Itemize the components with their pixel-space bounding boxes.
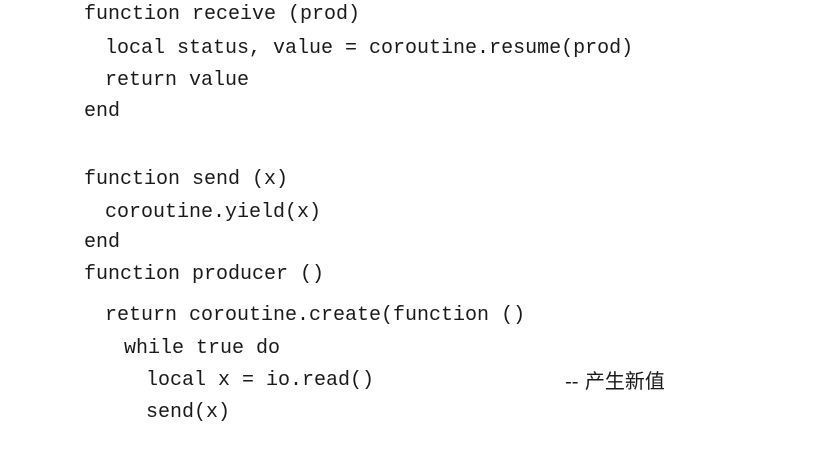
code-comment: -- 产生新值 — [565, 369, 665, 393]
code-line-6: coroutine.yield(x) — [105, 201, 322, 224]
code-line-5: function send (x) — [84, 168, 289, 191]
code-line-9: return coroutine.create(function () — [105, 304, 526, 327]
code-line-3: return value — [105, 69, 250, 92]
code-line-7: end — [84, 231, 121, 254]
code-line-12: send(x) — [146, 401, 231, 424]
code-line-1: function receive (prod) — [84, 3, 361, 26]
code-line-4: end — [84, 100, 121, 123]
code-line-8: function producer () — [84, 263, 325, 286]
code-line-11: local x = io.read() — [146, 369, 375, 392]
code-line-2: local status, value = coroutine.resume(p… — [105, 37, 634, 60]
code-page: function receive (prod) local status, va… — [0, 0, 821, 450]
code-line-10: while true do — [124, 337, 281, 360]
